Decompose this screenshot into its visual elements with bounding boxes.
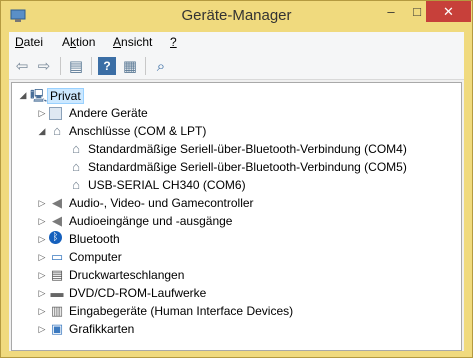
expanded-chevron-icon[interactable]: ◢ bbox=[18, 90, 28, 100]
tree-category-item[interactable]: ▷ ▤ Druckwarteschlangen bbox=[12, 266, 461, 284]
close-button[interactable]: ✕ bbox=[426, 1, 471, 22]
collapsed-chevron-icon[interactable]: ▷ bbox=[37, 270, 47, 280]
tree-category-item[interactable]: ▷ ◀ Audio-, Video- und Gamecontroller bbox=[12, 194, 461, 212]
tree-item-label: Druckwarteschlangen bbox=[69, 268, 185, 282]
client-area: Datei Aktion Ansicht? ⇦ ⇨ ▤? ▦ ⌕ ◢ 🖳 Privat ▷ Ande… bbox=[9, 32, 464, 351]
tree-item-label: Andere Geräte bbox=[69, 106, 148, 120]
tree-item-label: Grafikkarten bbox=[69, 322, 135, 336]
title-bar[interactable]: Geräte-Manager – □ ✕ bbox=[1, 1, 472, 32]
tree-item-label: Bluetooth bbox=[69, 232, 120, 246]
minimize-button[interactable]: – bbox=[378, 1, 404, 22]
expanded-chevron-icon[interactable]: ◢ bbox=[37, 126, 47, 136]
tree-item-label: Standardmäßige Seriell-über-Bluetooth-Ve… bbox=[88, 142, 407, 156]
menu-help[interactable]: ? bbox=[170, 35, 177, 49]
tree-device-item[interactable]: ⌂ USB-SERIAL CH340 (COM6) bbox=[12, 176, 461, 194]
collapsed-chevron-icon[interactable]: ▷ bbox=[37, 252, 47, 262]
computer-icon: ▭ bbox=[50, 249, 64, 264]
properties-icon[interactable]: ▤ bbox=[67, 57, 85, 75]
tree-item-label: Audio-, Video- und Gamecontroller bbox=[69, 196, 254, 210]
tree-item-label: Computer bbox=[69, 250, 122, 264]
toolbar-separator bbox=[91, 57, 92, 75]
collapsed-chevron-icon[interactable]: ▷ bbox=[37, 216, 47, 226]
update-driver-icon[interactable]: ▦ bbox=[121, 57, 139, 75]
hid-icon: ▥ bbox=[50, 303, 64, 318]
menu-ansicht[interactable]: Ansicht bbox=[113, 35, 152, 49]
tree-item-label: USB-SERIAL CH340 (COM6) bbox=[88, 178, 246, 192]
tree-category-item[interactable]: ▷ ▥ Eingabegeräte (Human Interface Devices… bbox=[12, 302, 461, 320]
menu-aktion[interactable]: Aktion bbox=[62, 35, 95, 49]
bluetooth-icon: ᛒ bbox=[49, 231, 62, 244]
device-manager-window: Geräte-Manager – □ ✕ Datei Aktion Ansicht?… bbox=[0, 0, 473, 358]
collapsed-chevron-icon[interactable]: ▷ bbox=[37, 198, 47, 208]
tree-category-item[interactable]: ▷ ▭ Computer bbox=[12, 248, 461, 266]
tree-item-label: DVD/CD-ROM-Laufwerke bbox=[69, 286, 207, 300]
collapsed-chevron-icon[interactable]: ▷ bbox=[37, 108, 47, 118]
collapsed-chevron-icon[interactable]: ▷ bbox=[37, 306, 47, 316]
tree-device-item[interactable]: ⌂ Standardmäßige Seriell-über-Bluetooth-V… bbox=[12, 140, 461, 158]
tree-category-item[interactable]: ▷ Andere Geräte bbox=[12, 104, 461, 122]
speaker-icon: ◀ bbox=[52, 213, 62, 228]
menu-datei[interactable]: Datei bbox=[15, 35, 43, 49]
tree-item-label: Audioeingänge und -ausgänge bbox=[69, 214, 233, 228]
disc-drive-icon: ▬ bbox=[50, 285, 64, 300]
tree-category-item[interactable]: ▷ ᛒ Bluetooth bbox=[12, 230, 461, 248]
forward-icon[interactable]: ⇨ bbox=[35, 57, 53, 75]
tree-item-label: Anschlüsse (COM & LPT) bbox=[69, 124, 207, 138]
tree-category-item[interactable]: ◢ ⌂ Anschlüsse (COM & LPT) bbox=[12, 122, 461, 140]
port-icon: ⌂ bbox=[72, 159, 80, 174]
tree-category-item[interactable]: ▷ ◀ Audioeingänge und -ausgänge bbox=[12, 212, 461, 230]
toolbar-separator bbox=[145, 57, 146, 75]
scan-hardware-icon[interactable]: ⌕ bbox=[152, 57, 170, 75]
tree-item-label: Standardmäßige Seriell-über-Bluetooth-Ve… bbox=[88, 160, 407, 174]
help-icon[interactable]: ? bbox=[98, 57, 116, 75]
printer-icon: ▤ bbox=[50, 267, 64, 282]
toolbar: ⇦ ⇨ ▤? ▦ ⌕ bbox=[9, 53, 464, 80]
display-adapter-icon: ▣ bbox=[50, 321, 64, 336]
tree-category-item[interactable]: ▷ ▬ DVD/CD-ROM-Laufwerke bbox=[12, 284, 461, 302]
collapsed-chevron-icon[interactable]: ▷ bbox=[37, 234, 47, 244]
toolbar-separator bbox=[60, 57, 61, 75]
device-tree[interactable]: ◢ 🖳 Privat ▷ Andere Geräte ◢ ⌂ Anschlüsse (COM … bbox=[11, 82, 462, 351]
collapsed-chevron-icon[interactable]: ▷ bbox=[37, 288, 47, 298]
port-icon: ⌂ bbox=[72, 141, 80, 156]
speaker-icon: ◀ bbox=[52, 195, 62, 210]
other-devices-icon bbox=[49, 107, 62, 120]
collapsed-chevron-icon[interactable]: ▷ bbox=[37, 324, 47, 334]
port-icon: ⌂ bbox=[53, 123, 61, 138]
computer-root-icon: 🖳 bbox=[30, 88, 48, 103]
menu-bar: Datei Aktion Ansicht? bbox=[9, 32, 464, 53]
tree-category-item[interactable]: ▷ ▣ Grafikkarten bbox=[12, 320, 461, 338]
back-icon[interactable]: ⇦ bbox=[13, 57, 31, 75]
tree-item-label: Privat bbox=[47, 88, 84, 104]
tree-device-item[interactable]: ⌂ Standardmäßige Seriell-über-Bluetooth-V… bbox=[12, 158, 461, 176]
port-icon: ⌂ bbox=[72, 177, 80, 192]
tree-root[interactable]: ◢ 🖳 Privat bbox=[12, 86, 461, 104]
tree-item-label: Eingabegeräte (Human Interface Devices) bbox=[69, 304, 294, 318]
